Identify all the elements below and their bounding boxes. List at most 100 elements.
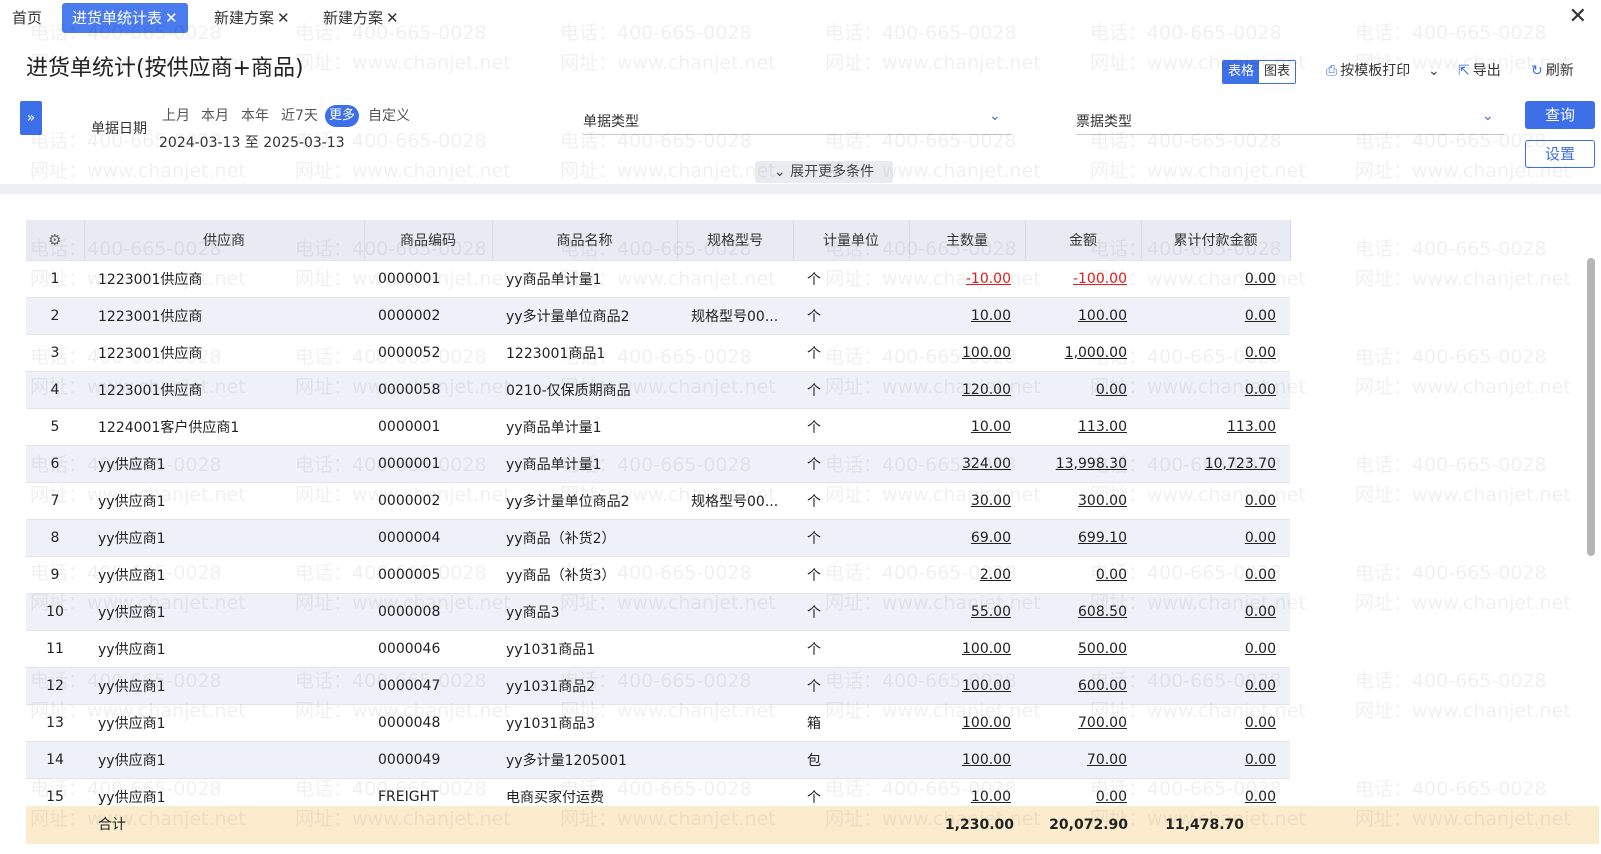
table-row[interactable]: 11 yy供应商1 0000046 yy1031商品1 个 100.00 500.00 0.0… bbox=[26, 630, 1290, 668]
value-link[interactable]: 0.00 bbox=[1096, 789, 1127, 805]
value-link[interactable]: 69.00 bbox=[971, 530, 1011, 546]
value-link[interactable]: 100.00 bbox=[1078, 308, 1127, 324]
value-link[interactable]: 0.00 bbox=[1245, 678, 1276, 694]
export-button[interactable]: ⇱ 导出 bbox=[1458, 60, 1501, 82]
value-link[interactable]: 13,998.30 bbox=[1056, 456, 1127, 472]
value-link[interactable]: 0.00 bbox=[1245, 752, 1276, 768]
value-link[interactable]: 113.00 bbox=[1078, 419, 1127, 435]
value-link[interactable]: 100.00 bbox=[962, 678, 1011, 694]
value-link[interactable]: 10.00 bbox=[971, 789, 1011, 805]
cell-amount[interactable]: 600.00 bbox=[1025, 667, 1141, 705]
value-link[interactable]: 0.00 bbox=[1245, 789, 1276, 805]
cell-qty[interactable]: 100.00 bbox=[909, 704, 1025, 742]
date-range-value[interactable]: 2024-03-13 至 2025-03-13 bbox=[159, 132, 345, 152]
cell-amount[interactable]: 100.00 bbox=[1025, 297, 1141, 335]
value-link[interactable]: 0.00 bbox=[1245, 530, 1276, 546]
value-link[interactable]: 0.00 bbox=[1245, 604, 1276, 620]
cell-qty[interactable]: 10.00 bbox=[909, 408, 1025, 446]
tab-home[interactable]: 首页 bbox=[2, 3, 52, 33]
close-icon[interactable]: ✕ bbox=[277, 9, 290, 27]
table-row[interactable]: 1 1223001供应商 0000001 yy商品单计量1 个 -10.00 -100.00… bbox=[26, 260, 1290, 298]
cell-paid[interactable]: 0.00 bbox=[1141, 371, 1290, 409]
cell-qty[interactable]: 100.00 bbox=[909, 334, 1025, 372]
cell-paid[interactable]: 0.00 bbox=[1141, 593, 1290, 631]
table-row[interactable]: 6 yy供应商1 0000001 yy商品单计量1 个 324.00 13,998.30 10… bbox=[26, 445, 1290, 483]
cell-amount[interactable]: 500.00 bbox=[1025, 630, 1141, 668]
value-link[interactable]: 700.00 bbox=[1078, 715, 1127, 731]
value-link[interactable]: 2.00 bbox=[980, 567, 1011, 583]
cell-paid[interactable]: 0.00 bbox=[1141, 334, 1290, 372]
value-link[interactable]: 55.00 bbox=[971, 604, 1011, 620]
cell-paid[interactable]: 0.00 bbox=[1141, 704, 1290, 742]
value-link[interactable]: 10.00 bbox=[971, 308, 1011, 324]
cell-paid[interactable]: 0.00 bbox=[1141, 482, 1290, 520]
refresh-button[interactable]: ↻ 刷新 bbox=[1531, 60, 1574, 82]
value-link[interactable]: 0.00 bbox=[1245, 382, 1276, 398]
table-row[interactable]: 12 yy供应商1 0000047 yy1031商品2 个 100.00 600.00 0.0… bbox=[26, 667, 1290, 705]
table-row[interactable]: 5 1224001客户供应商1 0000001 yy商品单计量1 个 10.00 113.0… bbox=[26, 408, 1290, 446]
table-scrollbar[interactable] bbox=[1587, 258, 1595, 556]
cell-paid[interactable]: 0.00 bbox=[1141, 667, 1290, 705]
cell-qty[interactable]: 100.00 bbox=[909, 630, 1025, 668]
close-icon[interactable]: ✕ bbox=[386, 9, 399, 27]
print-dropdown-icon[interactable]: ⌄ bbox=[1428, 60, 1440, 82]
value-link[interactable]: 100.00 bbox=[962, 752, 1011, 768]
view-table-button[interactable]: 表格 bbox=[1223, 61, 1260, 83]
cell-qty[interactable]: 69.00 bbox=[909, 519, 1025, 557]
cell-qty[interactable]: 55.00 bbox=[909, 593, 1025, 631]
value-link[interactable]: 120.00 bbox=[962, 382, 1011, 398]
cell-paid[interactable]: 0.00 bbox=[1141, 741, 1290, 779]
column-header[interactable]: 计量单位 bbox=[793, 220, 910, 261]
cell-amount[interactable]: 300.00 bbox=[1025, 482, 1141, 520]
cell-amount[interactable]: 608.50 bbox=[1025, 593, 1141, 631]
cell-qty[interactable]: 324.00 bbox=[909, 445, 1025, 483]
cell-amount[interactable]: 113.00 bbox=[1025, 408, 1141, 446]
tab-purchase-stats[interactable]: 进货单统计表 ✕ bbox=[62, 3, 188, 33]
table-row[interactable]: 8 yy供应商1 0000004 yy商品（补货2） 个 69.00 699.10 0.00 bbox=[26, 519, 1290, 557]
column-header[interactable]: 金额 bbox=[1025, 220, 1142, 261]
cell-paid[interactable]: 113.00 bbox=[1141, 408, 1290, 446]
cell-amount[interactable]: 70.00 bbox=[1025, 741, 1141, 779]
cell-qty[interactable]: 100.00 bbox=[909, 667, 1025, 705]
close-icon[interactable]: ✕ bbox=[165, 9, 178, 27]
cell-paid[interactable]: 0.00 bbox=[1141, 519, 1290, 557]
table-row[interactable]: 13 yy供应商1 0000048 yy1031商品3 箱 100.00 700.00 0.0… bbox=[26, 704, 1290, 742]
column-header[interactable]: 供应商 bbox=[84, 220, 365, 261]
column-settings[interactable]: ⚙ bbox=[26, 220, 85, 261]
value-link[interactable]: 113.00 bbox=[1227, 419, 1276, 435]
preset-custom[interactable]: 自定义 bbox=[364, 105, 414, 127]
cell-qty[interactable]: 10.00 bbox=[909, 297, 1025, 335]
value-link[interactable]: 600.00 bbox=[1078, 678, 1127, 694]
value-link[interactable]: 100.00 bbox=[962, 715, 1011, 731]
column-header[interactable]: 商品名称 bbox=[492, 220, 678, 261]
cell-paid[interactable]: 10,723.70 bbox=[1141, 445, 1290, 483]
tab-new-scheme-2[interactable]: 新建方案 ✕ bbox=[313, 3, 409, 33]
value-link[interactable]: 1,000.00 bbox=[1065, 345, 1127, 361]
print-template-button[interactable]: ⎙ 按模板打印 bbox=[1326, 60, 1410, 82]
column-header[interactable]: 主数量 bbox=[909, 220, 1026, 261]
value-link[interactable]: 70.00 bbox=[1087, 752, 1127, 768]
value-link[interactable]: -10.00 bbox=[966, 271, 1011, 287]
value-link[interactable]: 0.00 bbox=[1245, 308, 1276, 324]
cell-amount[interactable]: 13,998.30 bbox=[1025, 445, 1141, 483]
value-link[interactable]: 100.00 bbox=[962, 641, 1011, 657]
cell-qty[interactable]: 100.00 bbox=[909, 741, 1025, 779]
expand-more-conditions-button[interactable]: ⌄ 展开更多条件 bbox=[755, 161, 893, 183]
value-link[interactable]: 10,723.70 bbox=[1205, 456, 1276, 472]
preset-more[interactable]: 更多 bbox=[325, 105, 360, 127]
cell-paid[interactable]: 0.00 bbox=[1141, 630, 1290, 668]
value-link[interactable]: 0.00 bbox=[1245, 271, 1276, 287]
value-link[interactable]: 30.00 bbox=[971, 493, 1011, 509]
value-link[interactable]: 0.00 bbox=[1245, 641, 1276, 657]
preset-this-year[interactable]: 本年 bbox=[237, 105, 273, 127]
table-row[interactable]: 3 1223001供应商 0000052 1223001商品1 个 100.00 1,000… bbox=[26, 334, 1290, 372]
value-link[interactable]: 0.00 bbox=[1096, 567, 1127, 583]
column-header[interactable]: 商品编码 bbox=[364, 220, 493, 261]
chevron-down-icon[interactable]: ⌄ bbox=[1482, 108, 1494, 124]
cell-paid[interactable]: 0.00 bbox=[1141, 556, 1290, 594]
value-link[interactable]: 608.50 bbox=[1078, 604, 1127, 620]
cell-qty[interactable]: -10.00 bbox=[909, 260, 1025, 298]
cell-paid[interactable]: 0.00 bbox=[1141, 260, 1290, 298]
value-link[interactable]: 10.00 bbox=[971, 419, 1011, 435]
value-link[interactable]: 0.00 bbox=[1096, 382, 1127, 398]
